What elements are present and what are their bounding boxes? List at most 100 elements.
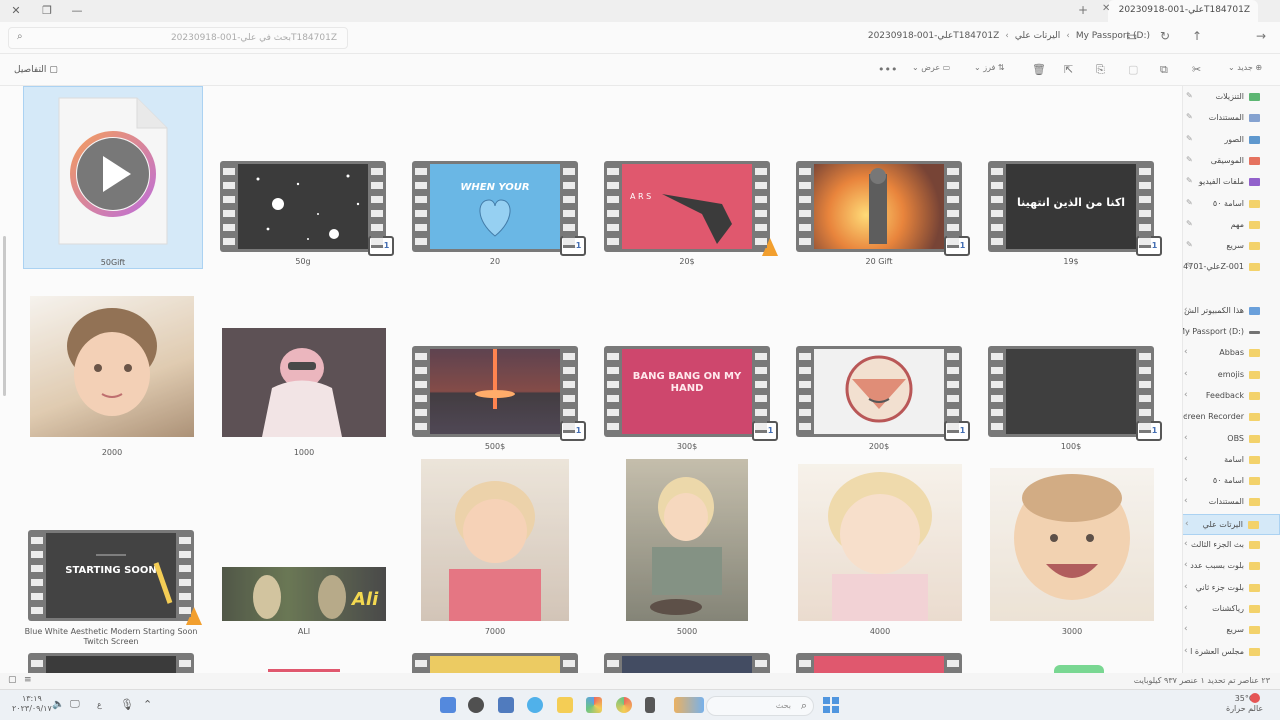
chevron-left-icon[interactable]: ‹ xyxy=(1184,433,1188,443)
grid-item-image[interactable]: 2000 xyxy=(30,296,194,457)
obs-icon[interactable] xyxy=(468,697,484,713)
nav-item[interactable]: التنزيلات ✎ xyxy=(1183,87,1280,108)
breadcrumb-current[interactable]: علي-001-20230918T184701Z xyxy=(868,31,999,41)
maximize-window-button[interactable]: ❐ xyxy=(37,2,57,20)
nav-item[interactable]: هذا الكمبيوتر الش ‹ xyxy=(1183,301,1280,322)
chevron-left-icon[interactable]: ‹ xyxy=(1184,496,1188,506)
store-icon[interactable] xyxy=(586,697,602,713)
nav-item[interactable]: بلوت بسبب عدد ‹ xyxy=(1183,556,1280,577)
file-explorer-icon[interactable] xyxy=(557,697,573,713)
pin-icon[interactable]: ✎ xyxy=(1186,155,1193,164)
pin-icon[interactable]: ✎ xyxy=(1186,134,1193,143)
nav-item[interactable]: Feedback ‹ xyxy=(1183,386,1280,407)
nav-item[interactable]: ملفات الفيديو ✎ xyxy=(1183,172,1280,193)
close-window-button[interactable]: ✕ xyxy=(6,2,26,20)
breadcrumb-drive[interactable]: My Passport (D:) xyxy=(1076,31,1150,41)
grid-item-video[interactable]: STARTING SOON Blue White Aesthetic Moder… xyxy=(25,530,202,650)
breadcrumb-folder[interactable]: اليرتات علي xyxy=(1015,31,1060,41)
nav-item[interactable]: سريع ‹ xyxy=(1183,620,1280,641)
microphone-icon[interactable]: 🎙 xyxy=(120,698,134,711)
tab-current-folder[interactable]: + ✕ علي-001-20230918T184701Z xyxy=(1078,0,1258,22)
new-button[interactable]: ⌄ جديد ⊕ xyxy=(1228,63,1262,72)
chevron-left-icon[interactable]: ‹ xyxy=(1184,475,1188,485)
nav-item[interactable]: مجلس العشرة ا ‹ xyxy=(1183,642,1280,663)
browser-icon[interactable] xyxy=(527,697,543,713)
search-input[interactable]: ⌕ بحث في علي-001-20230918T184701Z xyxy=(8,27,348,49)
chevron-left-icon[interactable]: ‹ xyxy=(1184,305,1188,315)
share-icon[interactable]: ⇱ xyxy=(1064,63,1073,76)
grid-item-image[interactable]: 1000 xyxy=(222,328,386,457)
film-strip-icon[interactable] xyxy=(28,653,194,673)
grid-item-image[interactable]: 7000 xyxy=(421,459,569,639)
details-pane-button[interactable]: التفاصيل ▢ xyxy=(14,65,58,75)
nav-item[interactable]: المستندات ‹ xyxy=(1183,492,1280,513)
nav-item[interactable]: مهم ✎ xyxy=(1183,215,1280,236)
grid-item-image[interactable]: Ali ALI xyxy=(222,567,386,650)
nav-item[interactable]: رياكشنات ‹ xyxy=(1183,599,1280,620)
start-windows-icon[interactable] xyxy=(823,697,839,713)
grid-item-image[interactable]: 5000 xyxy=(626,459,748,639)
list-view-icon[interactable]: ≡ xyxy=(24,675,32,685)
chrome-icon[interactable] xyxy=(616,697,632,713)
grid-item-image[interactable]: 3000 xyxy=(990,468,1154,639)
grid-item-video[interactable]: 321 100$ xyxy=(988,346,1162,451)
rename-icon[interactable]: ⎘ xyxy=(1096,63,1105,77)
pin-icon[interactable]: ✎ xyxy=(1186,91,1193,100)
pin-icon[interactable]: ✎ xyxy=(1186,176,1193,185)
grid-item-video[interactable]: WHEN YOUR 321 20 xyxy=(412,161,586,266)
chevron-left-icon[interactable]: ‹ xyxy=(1185,519,1189,529)
language-indicator[interactable]: ع xyxy=(97,700,102,709)
chevron-left-icon[interactable]: ‹ xyxy=(1184,539,1188,549)
clock[interactable]: ١٣:١٩ ٢٠٢٣/٠٩/١٧ xyxy=(12,694,52,714)
nav-item[interactable]: سريع ✎ xyxy=(1183,236,1280,257)
pin-icon[interactable]: ✎ xyxy=(1186,112,1193,121)
copy-icon[interactable]: ⧉ xyxy=(1160,63,1168,77)
sort-button[interactable]: ⌄ فرز ⇅ xyxy=(974,63,1005,72)
nav-item[interactable]: اليرتات علي ‹ xyxy=(1183,513,1280,535)
paste-icon[interactable]: ▢ xyxy=(1128,63,1138,76)
more-options-button[interactable]: ••• xyxy=(878,63,897,76)
chevron-left-icon[interactable]: ‹ xyxy=(1184,454,1188,464)
film-strip-icon[interactable] xyxy=(604,653,770,673)
edge-icon[interactable] xyxy=(498,697,514,713)
network-icon[interactable]: 🖵 xyxy=(70,699,80,710)
chevron-left-icon[interactable]: ‹ xyxy=(1184,624,1188,634)
chevron-left-icon[interactable]: ‹ xyxy=(1184,411,1188,421)
view-toggle-icon[interactable]: ▢ xyxy=(8,675,17,685)
back-arrow-icon[interactable]: → xyxy=(1256,29,1266,43)
chevron-left-icon[interactable]: ‹ xyxy=(1184,369,1188,379)
grid-item-video[interactable]: 321 50g xyxy=(220,161,394,266)
refresh-icon[interactable]: ↻ xyxy=(1160,29,1170,43)
app-icon[interactable] xyxy=(645,697,655,713)
nav-item[interactable]: الصور ✎ xyxy=(1183,130,1280,151)
film-strip-icon[interactable] xyxy=(412,653,578,673)
new-tab-button[interactable]: + xyxy=(1078,3,1088,17)
taskbar-search-input[interactable]: بحث ⌕ xyxy=(706,696,814,716)
grid-item-video[interactable]: 321 20 Gift xyxy=(796,161,970,266)
nav-item[interactable]: اسامة ‹ xyxy=(1183,450,1280,471)
pin-icon[interactable]: ✎ xyxy=(1186,198,1193,207)
nav-item[interactable]: بلوت جزء ثاني ‹ xyxy=(1183,578,1280,599)
nav-item[interactable]: Abbas ‹ xyxy=(1183,343,1280,364)
cut-icon[interactable]: ✂ xyxy=(1192,63,1201,76)
grid-item-image[interactable]: 4000 xyxy=(798,464,962,639)
up-arrow-icon[interactable]: ↑ xyxy=(1192,29,1202,43)
chevron-left-icon[interactable]: ‹ xyxy=(1184,603,1188,613)
chevron-left-icon[interactable]: ‹ xyxy=(1184,646,1188,656)
nav-item[interactable]: My Passport (D:) ⌄ xyxy=(1183,322,1280,343)
widgets-icon[interactable] xyxy=(674,697,704,713)
grid-item-video[interactable]: A R S 20$ xyxy=(604,161,778,266)
app-icon[interactable] xyxy=(440,697,456,713)
nav-item[interactable]: المستندات ✎ xyxy=(1183,108,1280,129)
grid-item-video[interactable]: BANG BANG ON MY HAND 321 300$ xyxy=(604,346,778,451)
pin-icon[interactable]: ✎ xyxy=(1186,219,1193,228)
pin-icon[interactable]: ✎ xyxy=(1186,261,1193,270)
grid-item-video[interactable]: 321 200$ xyxy=(796,346,970,451)
pin-icon[interactable]: ✎ xyxy=(1186,240,1193,249)
chevron-left-icon[interactable]: ‹ xyxy=(1184,560,1188,570)
film-strip-icon[interactable] xyxy=(796,653,962,673)
nav-item[interactable]: اسامة ٥٠ ‹ xyxy=(1183,471,1280,492)
delete-icon[interactable]: 🗑 xyxy=(1032,63,1046,76)
view-button[interactable]: ⌄ عرض ▭ xyxy=(912,63,950,72)
chevron-up-icon[interactable]: ⌃ xyxy=(143,698,152,711)
